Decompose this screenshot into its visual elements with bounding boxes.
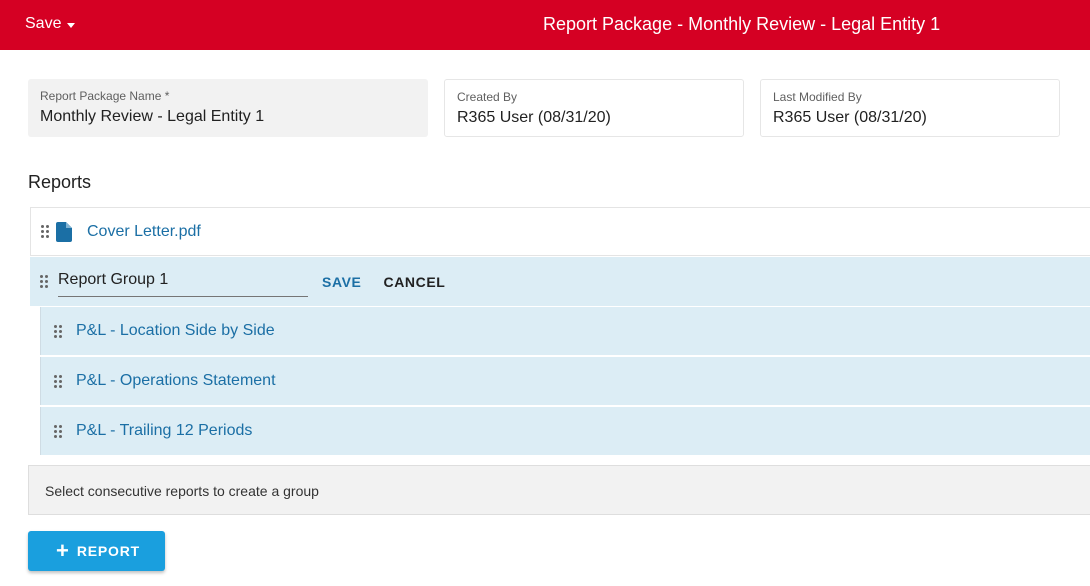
plus-icon: + — [56, 538, 69, 563]
last-modified-by-label: Last Modified By — [773, 90, 862, 104]
group-report-row[interactable]: P&L - Location Side by Side — [40, 307, 1090, 355]
report-link[interactable]: Cover Letter.pdf — [87, 223, 201, 241]
save-menu-label: Save — [25, 15, 62, 32]
report-package-name-value[interactable]: Monthly Review - Legal Entity 1 — [40, 107, 416, 127]
top-bar: Save Report Package - Monthly Review - L… — [0, 0, 1090, 50]
page-title: Report Package - Monthly Review - Legal … — [543, 14, 941, 34]
report-group-row: SAVE CANCEL — [30, 257, 1090, 306]
add-report-label: REPORT — [76, 543, 140, 559]
last-modified-by-field: Last Modified By R365 User (08/31/20) — [760, 79, 1060, 137]
group-name-input[interactable] — [58, 266, 308, 297]
save-menu-button[interactable]: Save — [25, 15, 76, 33]
file-icon — [56, 221, 72, 242]
add-report-button[interactable]: + REPORT — [28, 531, 165, 571]
group-hint-text: Select consecutive reports to create a g… — [28, 465, 1090, 515]
report-package-name-field[interactable]: Report Package Name * Monthly Review - L… — [28, 79, 428, 137]
drag-handle-icon[interactable] — [41, 225, 49, 238]
caret-down-icon — [67, 22, 76, 28]
drag-handle-icon[interactable] — [40, 275, 48, 288]
reports-section-title: Reports — [28, 172, 92, 192]
drag-handle-icon[interactable] — [54, 424, 62, 438]
report-package-name-label: Report Package Name * — [40, 89, 170, 103]
created-by-field: Created By R365 User (08/31/20) — [444, 79, 744, 137]
report-link[interactable]: P&L - Location Side by Side — [76, 322, 275, 340]
last-modified-by-value: R365 User (08/31/20) — [773, 109, 927, 126]
report-link[interactable]: P&L - Trailing 12 Periods — [76, 422, 252, 440]
report-row-cover-letter[interactable]: Cover Letter.pdf — [30, 207, 1090, 256]
group-report-row[interactable]: P&L - Trailing 12 Periods — [40, 407, 1090, 455]
drag-handle-icon[interactable] — [54, 374, 62, 388]
cancel-group-button[interactable]: CANCEL — [384, 274, 446, 290]
report-link[interactable]: P&L - Operations Statement — [76, 372, 276, 390]
created-by-value: R365 User (08/31/20) — [457, 109, 611, 126]
created-by-label: Created By — [457, 90, 518, 104]
save-group-button[interactable]: SAVE — [322, 274, 362, 290]
group-report-row[interactable]: P&L - Operations Statement — [40, 357, 1090, 405]
drag-handle-icon[interactable] — [54, 324, 62, 338]
